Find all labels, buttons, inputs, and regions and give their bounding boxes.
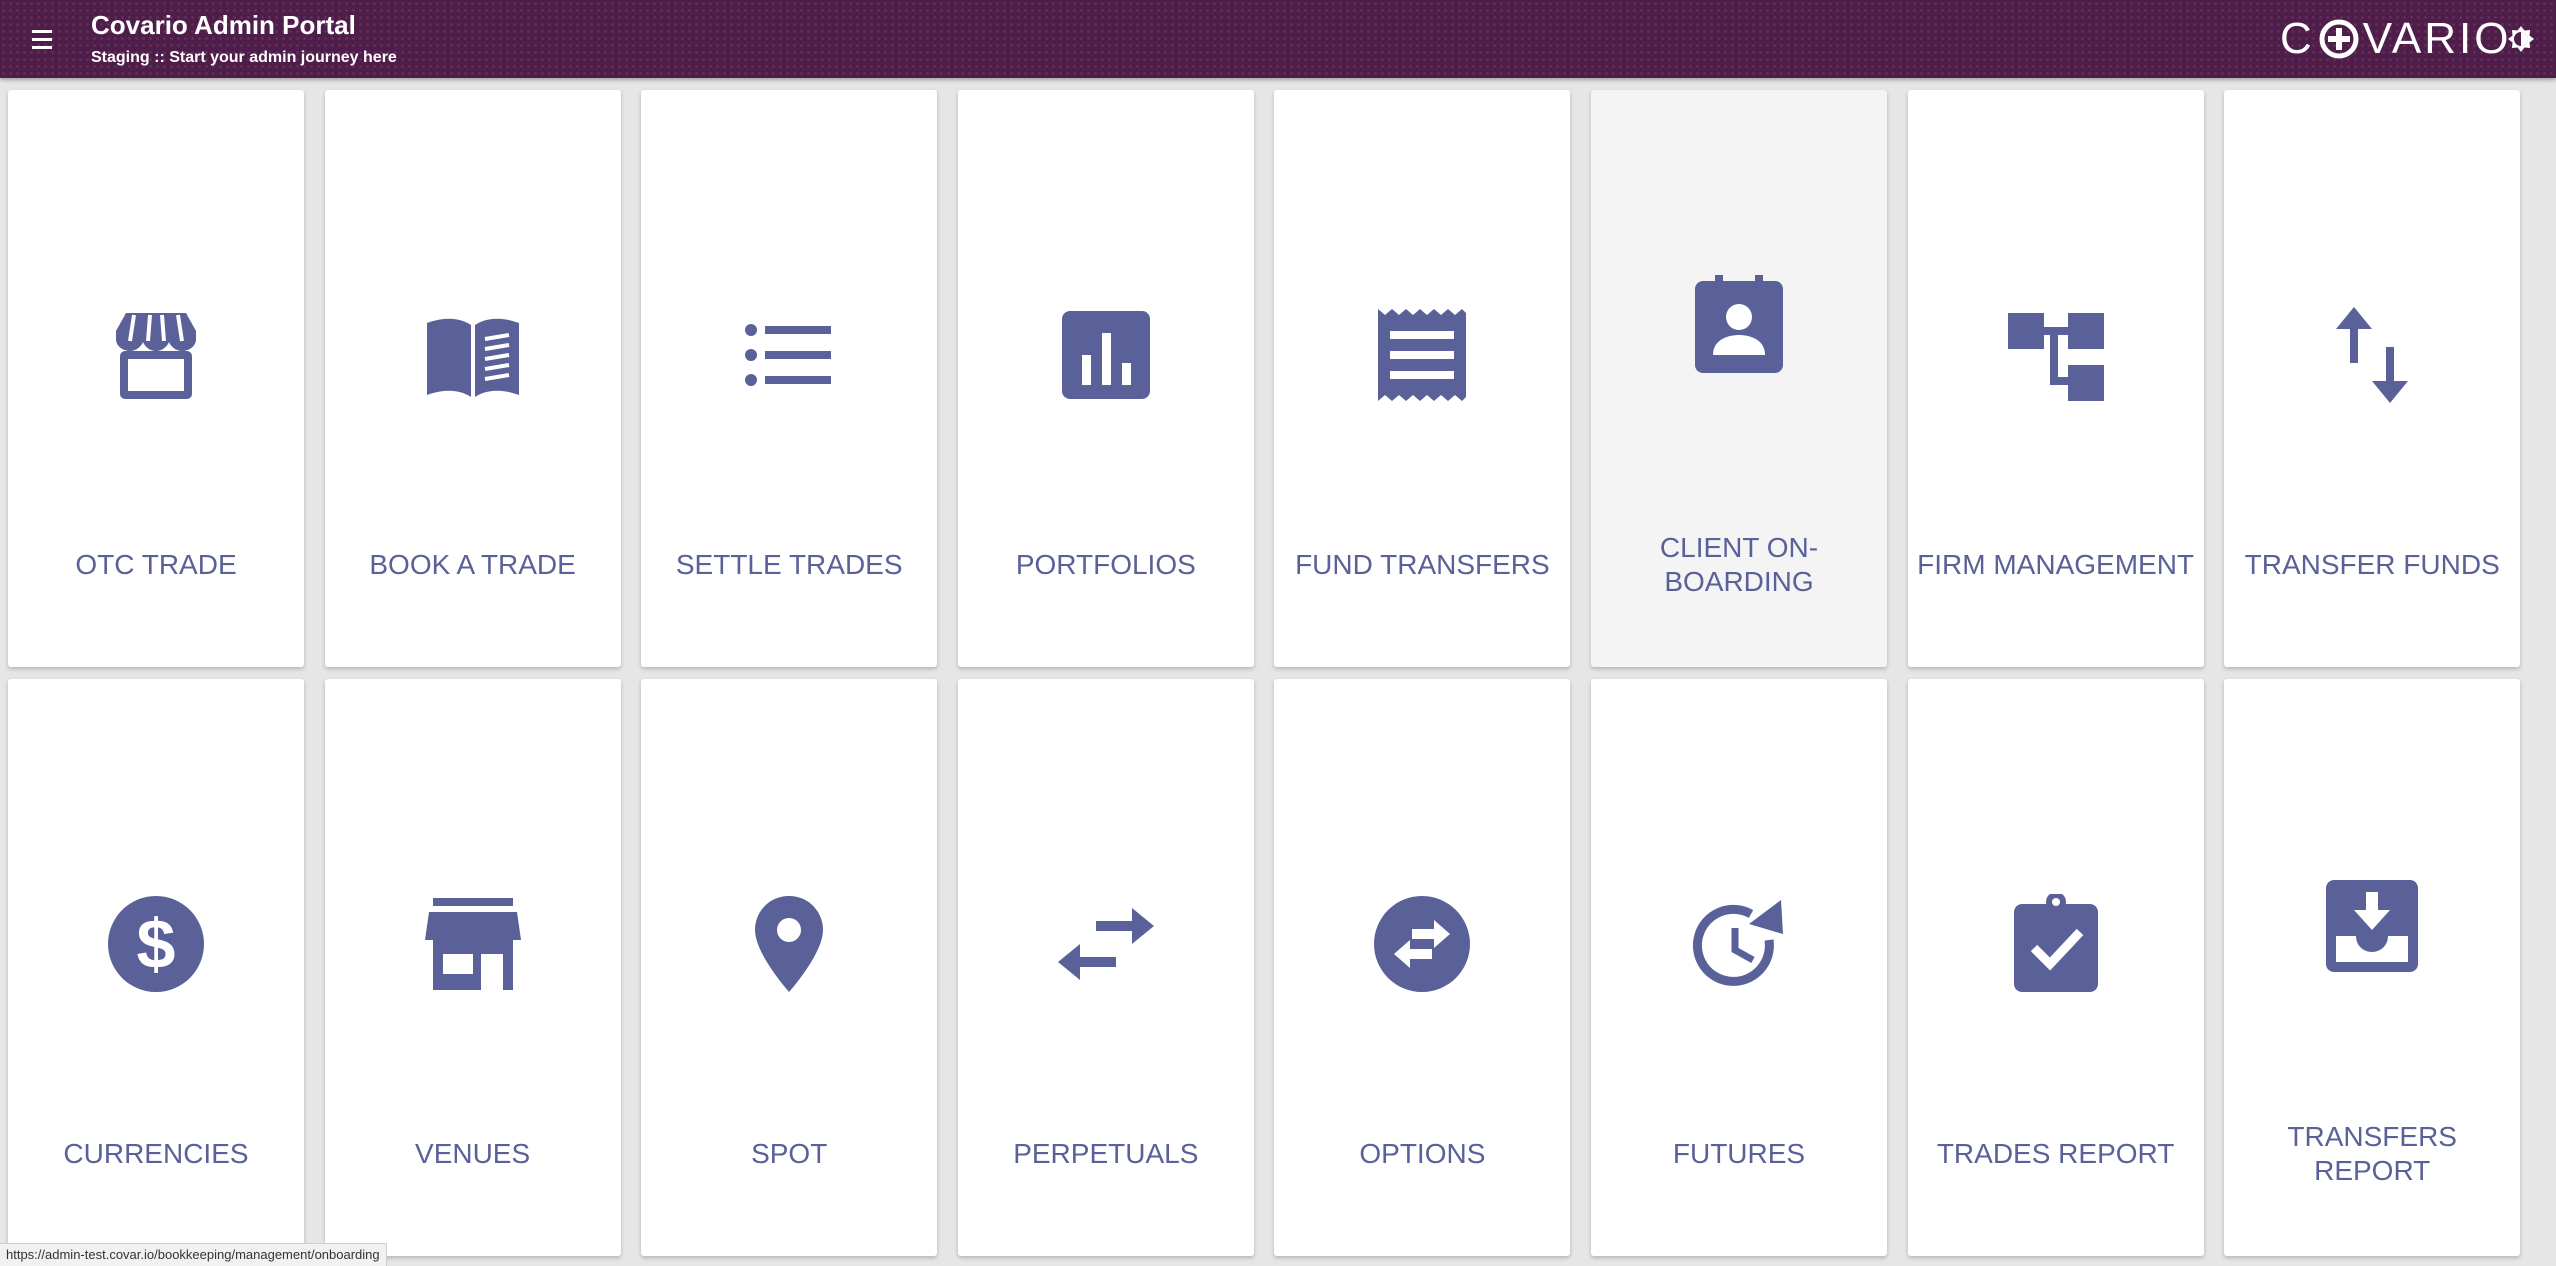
contact-card-icon: [1689, 271, 1789, 375]
tile-label: FUTURES: [1672, 1138, 1806, 1169]
tile-options[interactable]: OPTIONS: [1274, 679, 1571, 1256]
tile-label: BOOK A TRADE: [369, 549, 576, 580]
logo-cross-icon: [2319, 19, 2359, 59]
inbox-download-icon: [2322, 876, 2422, 976]
app-subtitle: Staging :: Start your admin journey here: [91, 49, 397, 66]
swap-circle-icon: [1372, 894, 1472, 994]
tile-label: FUND TRANSFERS: [1295, 549, 1550, 580]
tile-book-a-trade[interactable]: BOOK A TRADE: [324, 90, 621, 667]
svg-text:$: $: [137, 905, 176, 983]
tile-venues[interactable]: VENUES: [324, 679, 621, 1256]
tile-label: FIRM MANAGEMENT: [1917, 549, 2195, 580]
tile-firm-management[interactable]: FIRM MANAGEMENT: [1907, 90, 2204, 667]
tile-label: OPTIONS: [1359, 1138, 1486, 1169]
dollar-icon: $: [106, 894, 206, 994]
tile-currencies[interactable]: $ CURRENCIES: [8, 679, 304, 1256]
receipt-icon: [1372, 305, 1472, 405]
tile-futures[interactable]: FUTURES: [1591, 679, 1887, 1256]
app-title: Covario Admin Portal: [91, 10, 356, 40]
tile-trades-report[interactable]: TRADES REPORT: [1907, 679, 2204, 1256]
tile-transfer-funds[interactable]: TRANSFER FUNDS: [2224, 90, 2521, 667]
swap-vertical-icon: [2322, 305, 2422, 405]
theme-toggle-icon[interactable]: [2506, 24, 2536, 54]
logo-text-start: C: [2280, 14, 2315, 63]
tile-settle-trades[interactable]: SETTLE TRADES: [641, 90, 938, 667]
tile-label: TRADES REPORT: [1936, 1138, 2175, 1169]
tile-label: PORTFOLIOS: [1015, 549, 1196, 580]
location-pin-icon: [739, 894, 839, 994]
tile-portfolios[interactable]: PORTFOLIOS: [957, 90, 1254, 667]
tile-client-on-boarding[interactable]: CLIENT ON-BOARDING: [1591, 90, 1887, 667]
logo-text-end: VARIO: [2362, 14, 2512, 63]
tile-fund-transfers[interactable]: FUND TRANSFERS: [1274, 90, 1571, 667]
covario-logo: C VARIO: [2280, 13, 2511, 65]
dashboard-grid: OTC TRADE BOOK A TRADE SETTLE TRADES PORTFO…: [0, 78, 2556, 1265]
clipboard-check-icon: [2006, 892, 2106, 994]
tile-label: VENUES: [415, 1138, 531, 1169]
tile-label: TRANSFER FUNDS: [2244, 549, 2500, 580]
clock-arrow-icon: [1689, 894, 1789, 994]
tile-label: CLIENT ON-BOARDING: [1659, 532, 1819, 597]
link-status-bar: https://admin-test.covar.io/bookkeeping/…: [0, 1243, 387, 1266]
bar-chart-icon: [1056, 305, 1156, 405]
tile-label: SETTLE TRADES: [675, 549, 903, 580]
tile-spot[interactable]: SPOT: [641, 679, 938, 1256]
app-header: Covario Admin Portal Staging :: Start yo…: [0, 0, 2556, 78]
tile-otc-trade[interactable]: OTC TRADE: [8, 90, 304, 667]
tile-label: OTC TRADE: [75, 549, 237, 580]
tile-label: PERPETUALS: [1013, 1138, 1199, 1169]
org-tree-icon: [2006, 305, 2106, 405]
menu-icon[interactable]: [26, 24, 60, 54]
book-icon: [423, 305, 523, 405]
tile-label: TRANSFERS REPORT: [2287, 1121, 2457, 1186]
tile-perpetuals[interactable]: PERPETUALS: [957, 679, 1254, 1256]
tile-label: CURRENCIES: [63, 1138, 249, 1169]
storefront-icon: [106, 305, 206, 405]
list-icon: [739, 305, 839, 405]
store-icon: [423, 894, 523, 994]
tile-transfers-report[interactable]: TRANSFERS REPORT: [2224, 679, 2521, 1256]
swap-horizontal-icon: [1056, 894, 1156, 994]
tile-label: SPOT: [751, 1138, 828, 1169]
